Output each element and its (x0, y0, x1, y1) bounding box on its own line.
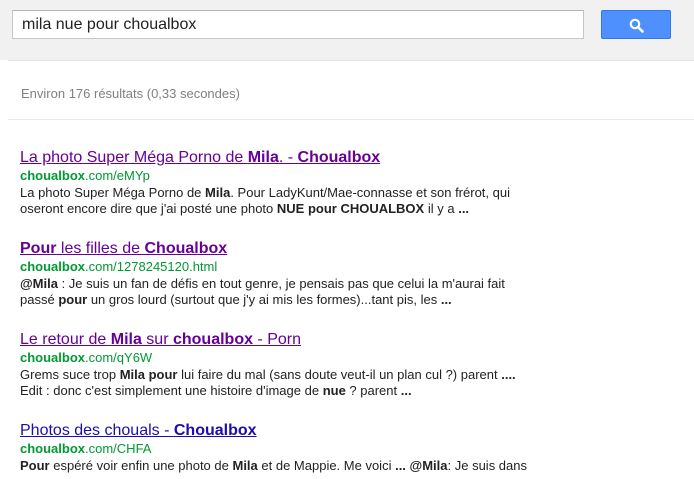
text-segment: choualbox (20, 350, 86, 365)
text-segment: ... (395, 458, 406, 473)
result-snippet: Pour espéré voir enfin une photo de Mila… (20, 458, 540, 474)
result-stats: Environ 176 résultats (0,33 secondes) (21, 86, 240, 101)
text-segment: et de Mappie. Me voici (257, 458, 396, 473)
text-segment: ... (458, 201, 470, 216)
results-divider (8, 119, 694, 120)
text-segment: ... (440, 292, 452, 307)
text-segment: Mila (247, 149, 279, 166)
text-segment: : Je suis dans (447, 458, 528, 473)
text-segment: Edit : donc c'est simplement une histoir… (20, 383, 323, 398)
text-segment: Choualbox (144, 240, 228, 257)
text-segment: il y a (424, 201, 459, 216)
text-segment: .... (501, 367, 516, 382)
text-segment: NUE pour CHOUALBOX (276, 201, 425, 216)
text-segment: choualbox (20, 168, 86, 183)
search-result: Photos des chouals - Choualbox choualbox… (20, 421, 620, 474)
text-segment: Photos des chouals - (20, 422, 174, 439)
search-result: Le retour de Mila sur choualbox - Porn c… (20, 330, 620, 399)
search-result: Pour les filles de Choualbox choualbox.c… (20, 239, 620, 308)
text-segment: .com/CHFA (85, 441, 152, 456)
result-title-link[interactable]: La photo Super Méga Porno de Mila. - Cho… (20, 148, 620, 167)
text-segment: Choualbox (173, 422, 257, 439)
result-url: choualbox.com/CHFA (20, 441, 620, 457)
text-segment: La photo Super Méga Porno de (20, 149, 248, 166)
text-segment: les filles de (56, 240, 145, 257)
result-url: choualbox.com/qY6W (20, 350, 620, 366)
result-snippet: Grems suce trop Mila pour lui faire du m… (20, 367, 540, 399)
result-snippet: @Mila : Je suis un fan de défis en tout … (20, 276, 540, 308)
text-segment: @Mila (409, 458, 448, 473)
search-result: La photo Super Méga Porno de Mila. - Cho… (20, 148, 620, 217)
text-segment: ? parent (345, 383, 401, 398)
text-segment: @Mila (20, 276, 58, 291)
text-segment: choualbox (172, 331, 253, 348)
text-segment: Mila (232, 458, 258, 473)
text-segment: Le retour de (20, 331, 111, 348)
text-segment: choualbox (20, 259, 86, 274)
text-segment: lui faire du mal (sans doute veut-il un … (177, 367, 502, 382)
text-segment: Mila (110, 331, 142, 348)
text-segment: sur (141, 331, 173, 348)
result-title-link[interactable]: Pour les filles de Choualbox (20, 239, 620, 258)
text-segment: . - (278, 149, 298, 166)
text-segment: Mila pour (119, 367, 178, 382)
text-segment: espéré voir enfin une photo de (49, 458, 233, 473)
text-segment: .com/eMYp (85, 168, 150, 183)
result-title-link[interactable]: Le retour de Mila sur choualbox - Porn (20, 330, 620, 349)
text-segment: ... (400, 383, 412, 398)
text-segment: Pour (20, 458, 50, 473)
text-segment: choualbox (20, 441, 86, 456)
search-input[interactable]: mila nue pour choualbox (12, 10, 584, 39)
text-segment: pour (58, 292, 88, 307)
text-segment: - Porn (253, 331, 302, 348)
search-button[interactable] (601, 10, 671, 39)
result-url: choualbox.com/1278245120.html (20, 259, 620, 275)
result-url: choualbox.com/eMYp (20, 168, 620, 184)
text-segment: nue (322, 383, 346, 398)
text-segment: un gros lourd (surtout que j'y ai mis le… (87, 292, 441, 307)
search-icon (629, 18, 644, 33)
result-title-link[interactable]: Photos des chouals - Choualbox (20, 421, 620, 440)
text-segment: Pour (20, 240, 57, 257)
text-segment: Choualbox (297, 149, 381, 166)
text-segment: Mila (205, 185, 231, 200)
text-segment: Grems suce trop (20, 367, 120, 382)
header-divider (8, 60, 694, 61)
text-segment: La photo Super Méga Porno de (20, 185, 206, 200)
result-snippet: La photo Super Méga Porno de Mila. Pour … (20, 185, 540, 217)
text-segment: .com/qY6W (85, 350, 153, 365)
text-segment: .com/1278245120.html (85, 259, 218, 274)
